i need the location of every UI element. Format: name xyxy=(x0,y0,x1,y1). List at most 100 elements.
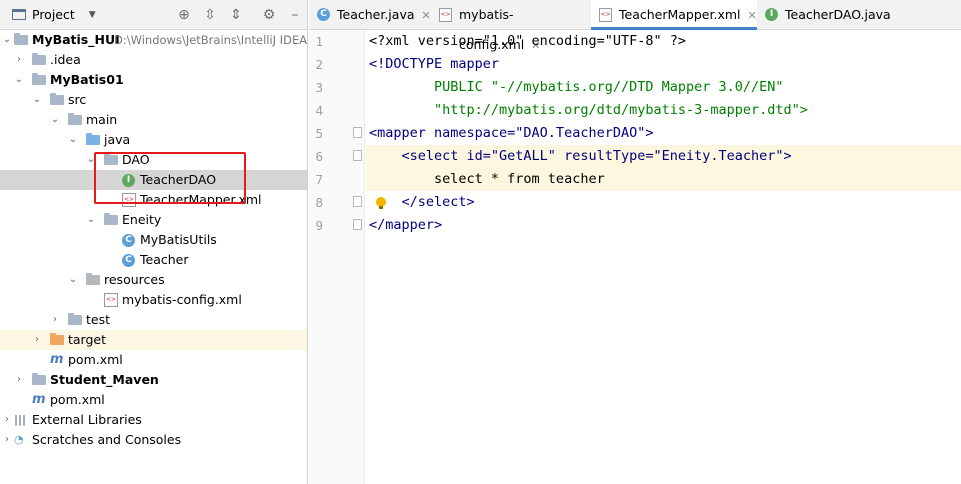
tree-item-idea[interactable]: › .idea xyxy=(0,50,307,70)
line-number: 9 xyxy=(315,218,323,233)
tree-item-teachermapper-xml[interactable]: <> TeacherMapper.xml xyxy=(0,190,307,210)
class-icon: C xyxy=(122,254,135,267)
tree-item-pom-xml[interactable]: m pom.xml xyxy=(0,350,307,370)
tree-item-main[interactable]: ⌄ main xyxy=(0,110,307,130)
line-number-gutter: 1 2 3 4 5 6 7 8 9 xyxy=(309,30,365,484)
tree-item-mybatisutils[interactable]: C MyBatisUtils xyxy=(0,230,307,250)
code-line[interactable]: <?xml version="1.0" encoding="UTF-8" ?> xyxy=(366,30,961,53)
chevron-down-icon[interactable]: ▼ xyxy=(89,10,96,20)
tree-item-mybatis-config-xml[interactable]: <> mybatis-config.xml xyxy=(0,290,307,310)
lightbulb-icon[interactable] xyxy=(376,197,386,209)
chevron-right-icon[interactable]: › xyxy=(14,370,24,390)
project-panel: Project ▼ ⊕ ⇳ ⇕ ⚙ – ⌄ MyBatis_HUI D:\Win… xyxy=(0,0,308,484)
code-line[interactable]: PUBLIC "-//mybatis.org//DTD Mapper 3.0//… xyxy=(366,76,961,99)
chevron-right-icon[interactable]: › xyxy=(2,410,12,430)
tree-item-label: TeacherDAO xyxy=(140,172,217,187)
chevron-down-icon[interactable]: ⌄ xyxy=(68,270,78,290)
project-path-hint: D:\Windows\JetBrains\IntelliJ IDEA xyxy=(114,33,308,47)
folder-icon xyxy=(68,113,82,125)
close-icon[interactable]: ✕ xyxy=(422,9,431,22)
tree-item-dao[interactable]: ⌄ DAO xyxy=(0,150,307,170)
tree-item-teacherdao[interactable]: I TeacherDAO xyxy=(0,170,307,190)
tree-item-mybatis-hui[interactable]: ⌄ MyBatis_HUI D:\Windows\JetBrains\Intel… xyxy=(0,30,307,50)
line-number: 3 xyxy=(315,80,323,95)
tree-item-external-libraries[interactable]: › ||| External Libraries xyxy=(0,410,307,430)
tree-item-java[interactable]: ⌄ java xyxy=(0,130,307,150)
tree-item-resources[interactable]: ⌄ resources xyxy=(0,270,307,290)
tree-item-label: pom.xml xyxy=(68,352,123,367)
interface-icon: I xyxy=(122,174,135,187)
chevron-right-icon[interactable]: › xyxy=(50,310,60,330)
code-editor[interactable]: <?xml version="1.0" encoding="UTF-8" ?> … xyxy=(366,30,961,484)
scratches-icon: ◔ xyxy=(14,433,24,446)
line-number: 5 xyxy=(315,126,323,141)
code-line[interactable]: select * from teacher xyxy=(366,168,961,191)
tree-item-label: External Libraries xyxy=(32,412,142,427)
module-folder-icon xyxy=(14,33,28,45)
fold-marker-icon[interactable] xyxy=(353,196,362,207)
tree-item-scratches[interactable]: › ◔ Scratches and Consoles xyxy=(0,430,307,450)
tree-item-label: Student_Maven xyxy=(50,372,159,387)
expand-all-icon[interactable]: ⇳ xyxy=(202,7,218,23)
tree-item-student-maven[interactable]: › Student_Maven xyxy=(0,370,307,390)
tree-item-mybatis01[interactable]: ⌄ MyBatis01 xyxy=(0,70,307,90)
tree-item-test[interactable]: › test xyxy=(0,310,307,330)
gear-icon[interactable]: ⚙ xyxy=(261,7,277,23)
package-icon xyxy=(104,213,118,225)
project-view-selector[interactable]: Project xyxy=(32,7,75,22)
chevron-down-icon[interactable]: ⌄ xyxy=(2,30,12,50)
folder-icon xyxy=(32,53,46,65)
chevron-down-icon[interactable]: ⌄ xyxy=(32,90,42,110)
line-number: 4 xyxy=(315,103,323,118)
project-panel-header: Project ▼ ⊕ ⇳ ⇕ ⚙ – xyxy=(0,0,307,30)
hide-panel-icon[interactable]: – xyxy=(287,7,303,23)
chevron-down-icon[interactable]: ⌄ xyxy=(68,130,78,150)
code-line[interactable]: </select> xyxy=(366,191,961,214)
tab-teachermapper-xml[interactable]: <> TeacherMapper.xml ✕ xyxy=(591,0,757,30)
chevron-down-icon[interactable]: ⌄ xyxy=(86,150,96,170)
class-icon: C xyxy=(122,234,135,247)
xml-file-icon: <> xyxy=(122,193,136,207)
fold-marker-icon[interactable] xyxy=(353,127,362,138)
editor-tab-bar: C Teacher.java ✕ <> mybatis-config.xml ✕ <… xyxy=(309,0,961,52)
code-line[interactable]: <!DOCTYPE mapper xyxy=(366,53,961,76)
locate-icon[interactable]: ⊕ xyxy=(176,7,192,23)
tree-item-label: TeacherMapper.xml xyxy=(140,192,262,207)
tab-teacher-java[interactable]: C Teacher.java ✕ xyxy=(309,0,431,30)
chevron-right-icon[interactable]: › xyxy=(32,330,42,350)
chevron-right-icon[interactable]: › xyxy=(14,50,24,70)
tree-item-label: Scratches and Consoles xyxy=(32,432,182,447)
tab-teacherdao-java[interactable]: I TeacherDAO.java xyxy=(757,0,897,30)
collapse-all-icon[interactable]: ⇕ xyxy=(228,7,244,23)
folder-icon xyxy=(50,93,64,105)
folder-icon xyxy=(68,313,82,325)
code-line[interactable]: </mapper> xyxy=(366,214,961,237)
tree-item-target[interactable]: › target xyxy=(0,330,307,350)
tree-item-label: target xyxy=(68,332,107,347)
code-line[interactable]: <mapper namespace="DAO.TeacherDAO"> xyxy=(366,122,961,145)
tree-item-label: Teacher xyxy=(140,252,189,267)
class-icon: C xyxy=(317,8,330,21)
fold-marker-icon[interactable] xyxy=(353,150,362,161)
tab-mybatis-config-xml[interactable]: <> mybatis-config.xml ✕ xyxy=(431,0,591,52)
module-folder-icon xyxy=(32,73,46,85)
tree-item-eneity[interactable]: ⌄ Eneity xyxy=(0,210,307,230)
tab-label: TeacherDAO.java xyxy=(785,7,891,22)
chevron-down-icon[interactable]: ⌄ xyxy=(14,70,24,90)
chevron-down-icon[interactable]: ⌄ xyxy=(86,210,96,230)
interface-icon: I xyxy=(765,8,778,21)
chevron-down-icon[interactable]: ⌄ xyxy=(50,110,60,130)
tree-item-src[interactable]: ⌄ src xyxy=(0,90,307,110)
code-line[interactable]: <select id="GetALL" resultType="Eneity.T… xyxy=(366,145,961,168)
tree-item-label: pom.xml xyxy=(50,392,105,407)
line-number: 7 xyxy=(315,172,323,187)
chevron-right-icon[interactable]: › xyxy=(2,430,12,450)
close-icon[interactable]: ✕ xyxy=(748,9,757,22)
code-line[interactable]: "http://mybatis.org/dtd/mybatis-3-mapper… xyxy=(366,99,961,122)
fold-marker-icon[interactable] xyxy=(353,219,362,230)
tree-item-root-pom-xml[interactable]: m pom.xml xyxy=(0,390,307,410)
tree-item-teacher[interactable]: C Teacher xyxy=(0,250,307,270)
editor-area: C Teacher.java ✕ <> mybatis-config.xml ✕ <… xyxy=(309,0,961,484)
maven-icon: m xyxy=(32,392,46,407)
tab-label: Teacher.java xyxy=(337,7,415,22)
